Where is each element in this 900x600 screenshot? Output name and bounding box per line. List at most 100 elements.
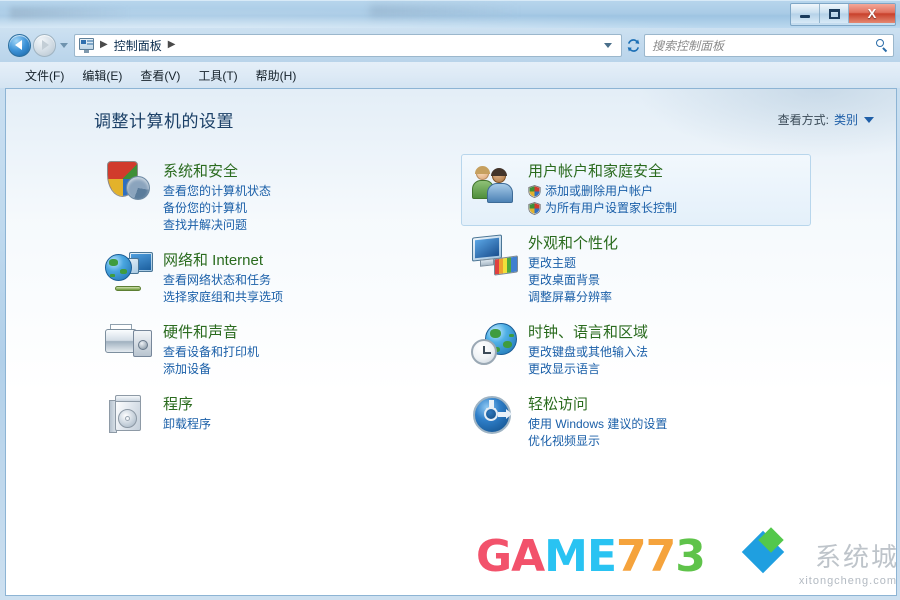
- link-add-a-device[interactable]: 添加设备: [163, 361, 437, 378]
- link-add-or-remove-user-accounts[interactable]: 添加或删除用户帐户: [528, 183, 802, 200]
- menu-item-help[interactable]: 帮助(H): [247, 64, 306, 87]
- watermark-part-4: 3: [675, 531, 706, 582]
- watermark-part-1: GA: [476, 531, 545, 582]
- minimize-button[interactable]: [791, 4, 820, 23]
- back-arrow-icon: [15, 40, 22, 50]
- watermark-overlay-url: xitongcheng.com: [798, 575, 897, 587]
- search-box[interactable]: 搜索控制面板: [644, 33, 894, 57]
- link-homegroup-sharing-options[interactable]: 选择家庭组和共享选项: [163, 289, 437, 306]
- link-view-network-status[interactable]: 查看网络状态和任务: [163, 272, 437, 289]
- category-title[interactable]: 轻松访问: [528, 395, 802, 414]
- maximize-button[interactable]: [820, 4, 849, 23]
- link-uninstall-a-program[interactable]: 卸载程序: [163, 416, 437, 433]
- minimize-icon: [799, 9, 811, 18]
- appearance-icon: [470, 233, 522, 279]
- category-network-and-internet[interactable]: 网络和 Internet 查看网络状态和任务 选择家庭组和共享选项: [96, 243, 446, 315]
- link-change-the-theme[interactable]: 更改主题: [528, 255, 802, 272]
- forward-arrow-icon: [42, 40, 49, 50]
- link-change-desktop-background[interactable]: 更改桌面背景: [528, 272, 802, 289]
- menu-bar: 文件(F) 编辑(E) 查看(V) 工具(T) 帮助(H): [0, 62, 900, 88]
- ease-of-access-icon: [470, 394, 522, 440]
- address-toolbar: ▶ 控制面板 ▶ 搜索控制面板: [0, 28, 900, 62]
- network-globe-icon: [105, 250, 157, 296]
- category-column-right: 用户帐户和家庭安全 添加或删除用户帐户 为所有用户设置家长控制 外观和个性化 更…: [461, 154, 811, 459]
- link-change-keyboards-or-input-methods[interactable]: 更改键盘或其他输入法: [528, 344, 802, 361]
- breadcrumb-item-control-panel[interactable]: 控制面板: [112, 36, 164, 55]
- page-title: 调整计算机的设置: [94, 112, 234, 131]
- link-view-devices-and-printers[interactable]: 查看设备和打印机: [163, 344, 437, 361]
- category-title[interactable]: 程序: [163, 395, 437, 414]
- link-label: 添加或删除用户帐户: [545, 184, 654, 198]
- watermark-overlay-cn: 系统城: [814, 543, 897, 573]
- control-panel-window: X ▶ 控制面板 ▶ 搜索控制面板 文件(F) 编辑(E) 查看(V) 工具(T…: [0, 0, 900, 600]
- watermark-part-3: 77: [616, 531, 676, 582]
- category-column-left: 系统和安全 查看您的计算机状态 备份您的计算机 查找并解决问题 网络和 Inte…: [96, 154, 446, 459]
- clock-globe-icon: [470, 322, 522, 368]
- category-title[interactable]: 用户帐户和家庭安全: [528, 162, 802, 181]
- menu-item-tools[interactable]: 工具(T): [189, 64, 246, 87]
- control-panel-home: 调整计算机的设置 查看方式: 类别 系统和安全 查看您的计算机状态 备份您的计算…: [6, 89, 896, 595]
- watermark-part-2: ME: [544, 531, 617, 582]
- printer-speaker-icon: [105, 322, 157, 368]
- category-clock-language-and-region[interactable]: 时钟、语言和区域 更改键盘或其他输入法 更改显示语言: [461, 315, 811, 387]
- category-title[interactable]: 时钟、语言和区域: [528, 323, 802, 342]
- control-panel-icon: [78, 37, 95, 53]
- title-bar[interactable]: X: [0, 0, 900, 28]
- menu-item-file[interactable]: 文件(F): [16, 64, 73, 87]
- view-by-control[interactable]: 查看方式: 类别: [778, 107, 874, 128]
- refresh-icon: [627, 38, 639, 52]
- view-by-value[interactable]: 类别: [834, 111, 858, 128]
- category-system-and-security[interactable]: 系统和安全 查看您的计算机状态 备份您的计算机 查找并解决问题: [96, 154, 446, 243]
- watermark-diamond-icon: [741, 530, 785, 574]
- forward-button[interactable]: [33, 33, 56, 57]
- link-adjust-screen-resolution[interactable]: 调整屏幕分辨率: [528, 289, 802, 306]
- address-dropdown-icon[interactable]: [604, 42, 612, 48]
- view-by-label: 查看方式:: [777, 113, 829, 127]
- breadcrumb-separator-icon[interactable]: ▶: [96, 40, 112, 50]
- address-bar[interactable]: ▶ 控制面板 ▶: [74, 33, 622, 57]
- watermark-diamond-icon-2: [758, 527, 784, 553]
- link-optimize-visual-display[interactable]: 优化视频显示: [528, 433, 802, 450]
- link-view-computer-status[interactable]: 查看您的计算机状态: [163, 183, 437, 200]
- link-label: 为所有用户设置家长控制: [545, 201, 678, 215]
- link-set-up-parental-controls[interactable]: 为所有用户设置家长控制: [528, 200, 802, 217]
- link-use-windows-suggested-settings[interactable]: 使用 Windows 建议的设置: [528, 416, 802, 433]
- category-grid: 系统和安全 查看您的计算机状态 备份您的计算机 查找并解决问题 网络和 Inte…: [6, 154, 896, 459]
- category-appearance-and-personalization[interactable]: 外观和个性化 更改主题 更改桌面背景 调整屏幕分辨率: [461, 226, 811, 315]
- chevron-down-icon[interactable]: [864, 116, 874, 123]
- link-find-and-fix-problems[interactable]: 查找并解决问题: [163, 217, 437, 234]
- uac-shield-icon: [528, 185, 541, 198]
- recent-pages-dropdown-icon[interactable]: [60, 42, 68, 48]
- category-programs[interactable]: 程序 卸载程序: [96, 387, 446, 449]
- search-icon[interactable]: [876, 38, 889, 52]
- category-title[interactable]: 系统和安全: [163, 162, 437, 181]
- content-area: 调整计算机的设置 查看方式: 类别 系统和安全 查看您的计算机状态 备份您的计算…: [5, 88, 897, 596]
- close-button[interactable]: X: [849, 4, 895, 23]
- maximize-icon: [828, 8, 840, 19]
- close-icon: X: [867, 6, 877, 21]
- title-bar-glass-blur-2: [370, 5, 520, 17]
- category-title[interactable]: 外观和个性化: [528, 234, 802, 253]
- menu-item-view[interactable]: 查看(V): [131, 64, 189, 87]
- title-bar-glass-blur: [10, 7, 130, 19]
- software-box-icon: [105, 394, 157, 440]
- security-shield-icon: [105, 161, 157, 207]
- watermark: GAME773 系统城 xitongcheng.com: [476, 527, 897, 589]
- category-hardware-and-sound[interactable]: 硬件和声音 查看设备和打印机 添加设备: [96, 315, 446, 387]
- link-change-display-language[interactable]: 更改显示语言: [528, 361, 802, 378]
- menu-item-edit[interactable]: 编辑(E): [73, 64, 131, 87]
- category-title[interactable]: 网络和 Internet: [163, 251, 437, 270]
- users-icon: [470, 161, 522, 207]
- content-header: 调整计算机的设置 查看方式: 类别: [6, 89, 896, 132]
- category-user-accounts-and-family-safety[interactable]: 用户帐户和家庭安全 添加或删除用户帐户 为所有用户设置家长控制: [461, 154, 811, 226]
- back-button[interactable]: [8, 33, 31, 57]
- category-title[interactable]: 硬件和声音: [163, 323, 437, 342]
- search-input[interactable]: 搜索控制面板: [652, 37, 876, 54]
- refresh-button[interactable]: [622, 34, 644, 57]
- link-backup-computer[interactable]: 备份您的计算机: [163, 200, 437, 217]
- uac-shield-icon: [528, 202, 541, 215]
- category-ease-of-access[interactable]: 轻松访问 使用 Windows 建议的设置 优化视频显示: [461, 387, 811, 459]
- breadcrumb-separator-icon-2[interactable]: ▶: [164, 40, 180, 50]
- watermark-logo-text: GAME773: [476, 531, 706, 582]
- caption-button-group: X: [790, 3, 896, 26]
